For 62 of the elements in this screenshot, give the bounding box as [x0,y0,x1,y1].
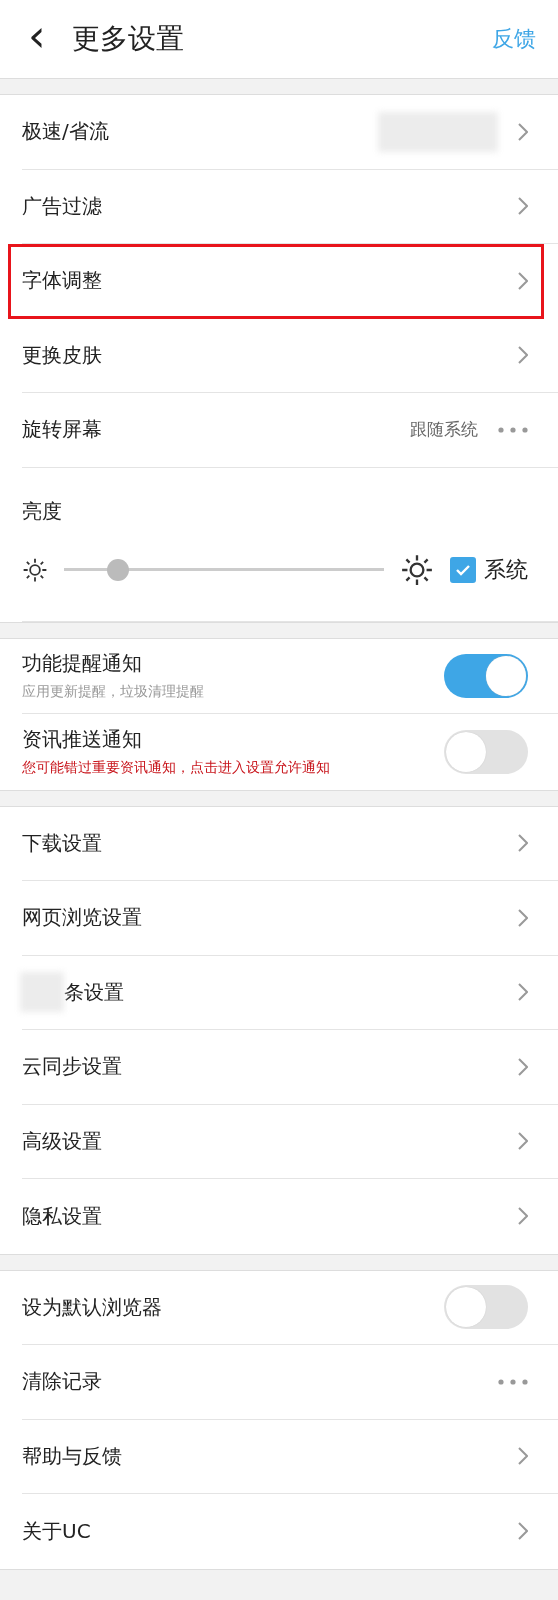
slider-thumb[interactable] [107,558,130,581]
settings-row[interactable]: 清除记录 [22,1345,558,1420]
chevron-icon [518,1132,528,1151]
row-label: 网页浏览设置 [22,904,142,932]
brightness-icon [22,556,48,583]
page-title: 更多设置 [71,21,184,57]
settings-row[interactable]: 旋转屏幕 跟随系统 [22,393,558,468]
settings-row[interactable]: 高级设置 [22,1104,558,1179]
back-button[interactable]: ‹ [28,14,46,64]
row-label: 亮度 [22,497,63,525]
row-label: 旋转屏幕 [22,416,102,444]
settings-row[interactable]: 帮助与反馈 [22,1419,558,1494]
checkbox[interactable] [450,556,476,583]
chevron-icon [518,1207,528,1226]
brightness-icon [400,552,434,587]
settings-row[interactable]: 设为默认浏览器 [22,1270,558,1345]
row-label: 下载设置 [22,829,102,857]
settings-row[interactable]: 功能提醒通知 应用更新提醒，垃圾清理提醒 [22,638,558,714]
row-label: 更换皮肤 [22,341,102,369]
row-label: 极速/省流 [22,118,109,146]
settings-row[interactable]: 隐私设置 [22,1179,558,1254]
chevron-icon [518,1447,528,1466]
row-label: 设为默认浏览器 [22,1293,162,1321]
row-label: 关于UC [22,1517,91,1545]
row-label: 广告过滤 [22,192,102,220]
settings-row[interactable]: 广告过滤 [22,169,558,244]
settings-row[interactable]: 更换皮肤 [22,318,558,393]
chevron-icon [518,908,528,927]
row-label: 功能提醒通知 [22,650,143,678]
toggle-switch[interactable] [444,1285,528,1330]
chevron-icon [518,346,528,365]
settings-row[interactable]: 条设置 [22,955,558,1030]
settings-row[interactable]: 网页浏览设置 [22,881,558,956]
row-label: 字体调整 [22,267,102,295]
warning-text: 您可能错过重要资讯通知，点击进入设置允许通知 [22,759,330,778]
chevron-icon [518,834,528,853]
checkbox-label: 系统 [484,555,528,584]
more-icon[interactable] [498,1378,528,1385]
chevron-icon [518,197,528,216]
row-label: 条设置 [64,978,124,1006]
chevron-icon [518,122,528,141]
row-value: 跟随系统 [410,418,478,442]
chevron-icon [518,1057,528,1076]
settings-row[interactable]: 字体调整 [8,244,544,319]
row-label: 隐私设置 [22,1202,102,1230]
settings-row[interactable]: 资讯推送通知 您可能错过重要资讯通知，点击进入设置允许通知 [22,714,558,790]
more-icon[interactable] [498,426,528,433]
row-label: 帮助与反馈 [22,1442,122,1470]
settings-row[interactable]: 下载设置 [22,806,558,881]
row-label: 云同步设置 [22,1053,122,1081]
settings-row[interactable]: 云同步设置 [22,1030,558,1105]
chevron-icon [518,271,528,290]
chevron-icon [518,983,528,1002]
chevron-icon [518,1522,528,1541]
settings-row[interactable]: 关于UC [22,1494,558,1569]
row-label: 高级设置 [22,1127,102,1155]
row-description: 应用更新提醒，垃圾清理提醒 [22,683,204,702]
toggle-switch[interactable] [444,729,528,774]
row-label: 清除记录 [22,1368,102,1396]
toggle-switch[interactable] [444,653,528,698]
settings-row[interactable]: 极速/省流 [22,95,558,170]
row-label: 资讯推送通知 [22,726,143,754]
